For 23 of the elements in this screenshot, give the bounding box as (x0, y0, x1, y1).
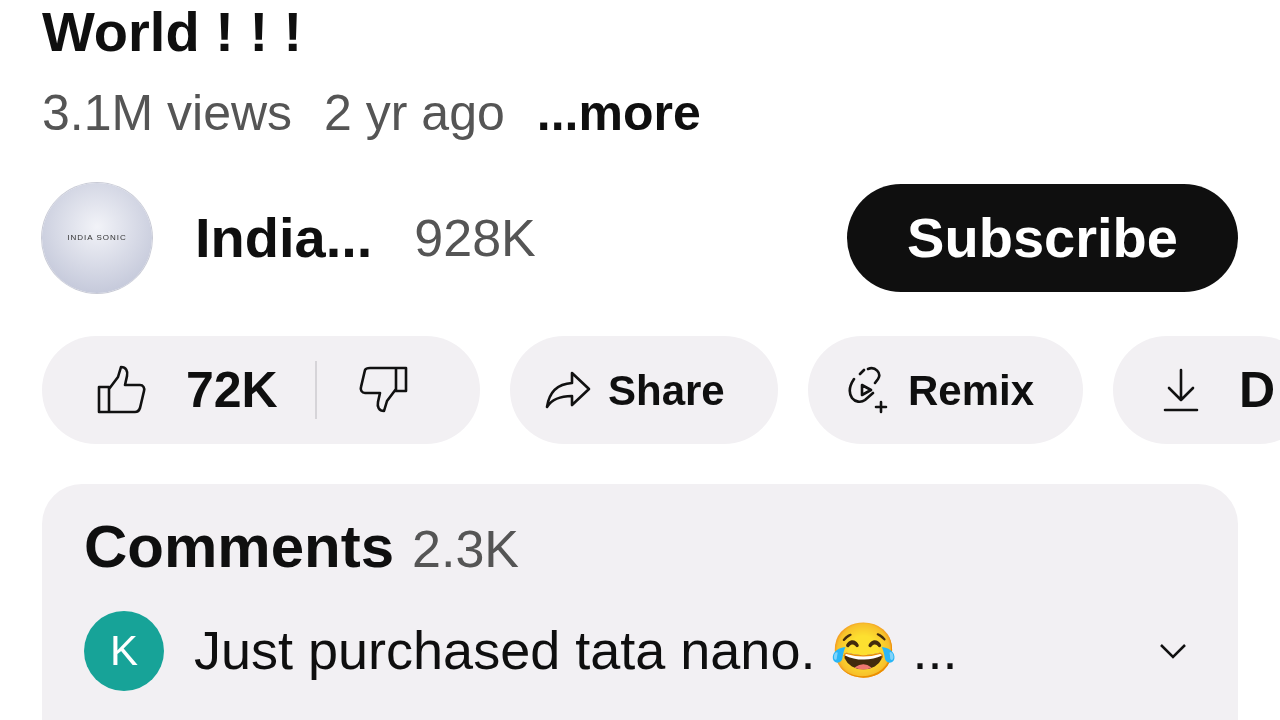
like-dislike-control[interactable]: 72K (42, 336, 480, 444)
channel-avatar[interactable]: INDIA SONIC (42, 183, 152, 293)
subscriber-count: 928K (414, 208, 536, 269)
remix-button[interactable]: Remix (808, 336, 1083, 444)
comment-text: Just purchased tata nano. 😂 ... (194, 619, 958, 682)
more-link[interactable]: ...more (536, 88, 701, 138)
like-button[interactable]: 72K (96, 352, 278, 428)
thumbs-up-icon (96, 365, 148, 415)
commenter-avatar: K (84, 610, 164, 691)
chevron-down-icon[interactable] (1158, 641, 1188, 660)
upload-age: 2 yr ago (324, 88, 505, 138)
comments-panel[interactable]: Comments 2.3K K Just purchased tata nano. 😂 ... (42, 484, 1238, 720)
subscribe-button[interactable]: Subscribe (847, 184, 1238, 292)
share-button[interactable]: Share (510, 336, 778, 444)
share-arrow-icon (544, 370, 592, 410)
avatar-logo-text: INDIA SONIC (67, 232, 127, 244)
video-title: World ! ! ! (42, 4, 304, 60)
download-icon (1161, 367, 1201, 413)
view-count: 3.1M views (42, 88, 293, 138)
channel-name[interactable]: India... (195, 196, 373, 280)
comment-count: 2.3K (412, 519, 520, 580)
comments-heading: Comments (84, 512, 395, 582)
download-button[interactable]: D (1113, 336, 1280, 444)
